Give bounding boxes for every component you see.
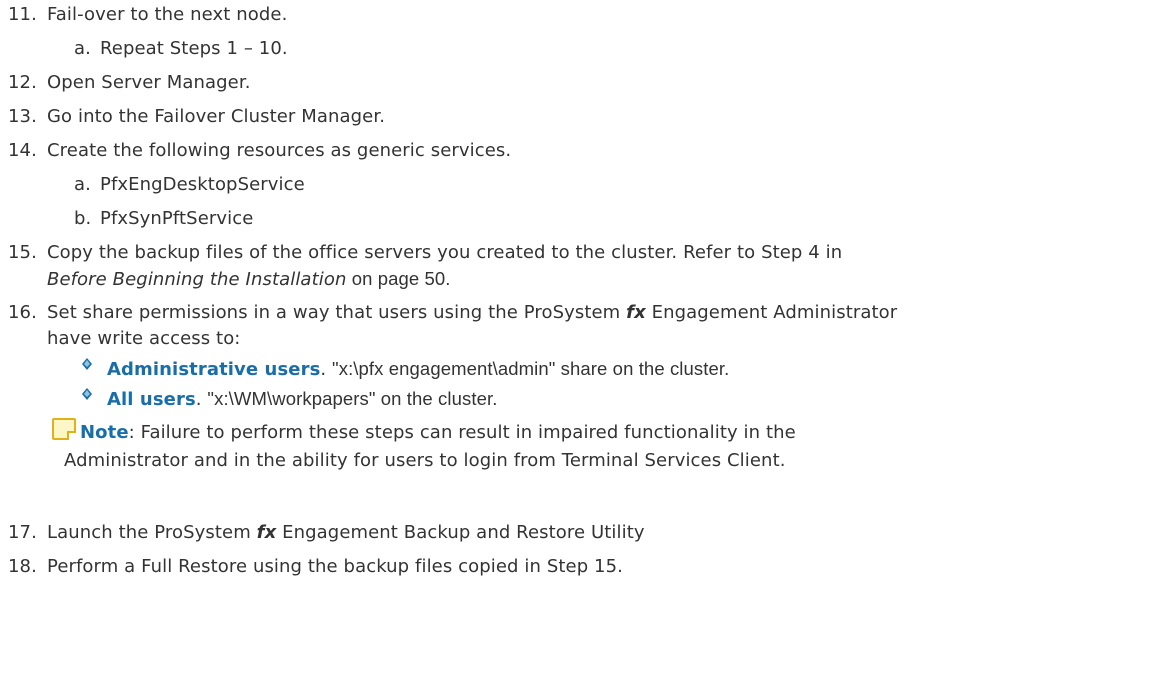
diamond-bullet-icon [82,388,92,400]
document-page: 11. Fail-over to the next node. a. Repea… [0,0,1150,691]
step-text: Open Server Manager. [47,72,251,93]
bullet-separator: . [195,389,208,410]
note-label: Note [80,422,129,443]
step-text-line2: have write access to: [47,328,241,349]
substep-text: PfxSynPftService [100,208,254,229]
note-icon [52,418,76,440]
bullet-text: "x:\pfx engagement\admin" share on the c… [332,358,730,379]
step-text: Create the following resources as generi… [47,140,512,161]
cross-reference-link[interactable]: Before Beginning the Installation [47,269,346,290]
step-number: 17. [8,522,37,543]
step-number: 13. [8,106,37,127]
step-number: 11. [8,4,37,25]
substep-letter: a. [74,174,91,195]
fx-mark: fx [626,302,646,323]
substep-text: Repeat Steps 1 – 10. [100,38,288,59]
step-text: Engagement Backup and Restore Utility [276,522,645,543]
note-text-line2: Administrator and in the ability for use… [64,450,786,471]
bullet-label: All users [107,389,196,410]
page-reference: on page 50. [346,268,451,289]
note-text-line1: : Failure to perform these steps can res… [128,422,796,443]
bullet-separator: . [320,359,333,380]
step-text: Engagement Administrator [645,302,898,323]
step-text: Set share permissions in a way that user… [47,302,627,323]
fx-mark: fx [256,522,277,543]
step-text: Go into the Failover Cluster Manager. [47,106,386,127]
step-text-line1: Copy the backup files of the office serv… [47,242,843,263]
step-text: Launch the ProSystem [47,522,257,543]
step-number: 16. [8,302,37,323]
substep-letter: b. [74,208,92,229]
diamond-bullet-icon [82,358,92,370]
bullet-text: "x:\WM\workpapers" on the cluster. [207,388,498,409]
substep-letter: a. [74,38,91,59]
step-number: 12. [8,72,37,93]
step-number: 15. [8,242,37,263]
step-text: Fail-over to the next node. [47,4,288,25]
bullet-label: Administrative users [107,359,321,380]
substep-text: PfxEngDesktopService [100,174,305,195]
step-number: 14. [8,140,37,161]
step-number: 18. [8,556,37,577]
step-text: Perform a Full Restore using the backup … [47,556,623,577]
